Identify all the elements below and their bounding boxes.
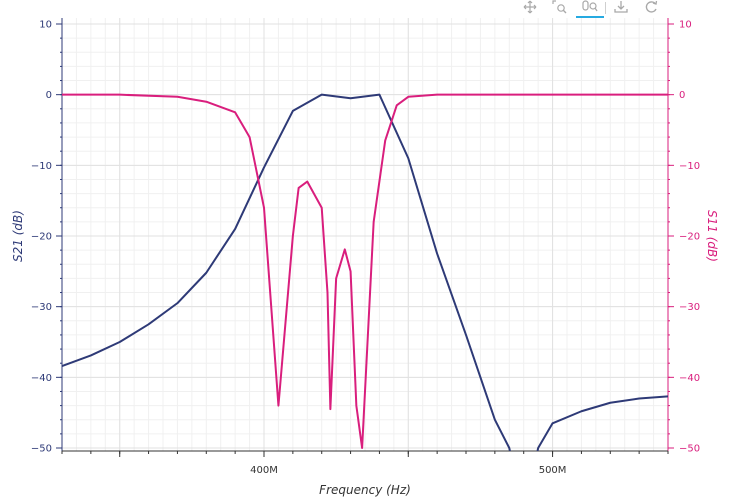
data-point-s11 [349, 270, 352, 272]
y-left-tick-label: −30 [31, 302, 52, 313]
data-point-s11 [436, 94, 438, 96]
y-right-tick-label: −20 [679, 232, 700, 243]
data-point-s21 [508, 447, 510, 449]
y-right-tick-label: −40 [679, 373, 700, 384]
data-point-s21 [119, 341, 121, 343]
data-point-s21 [638, 397, 640, 400]
data-point-s11 [321, 207, 323, 209]
data-point-s11 [119, 94, 121, 96]
data-point-s21 [479, 376, 482, 378]
data-point-s11 [355, 405, 357, 407]
data-point-s21 [378, 94, 381, 96]
y-right-tick-label: −30 [679, 302, 700, 313]
data-point-s11 [361, 447, 363, 449]
y-left-tick-label: 10 [39, 20, 52, 31]
data-point-s11 [176, 96, 179, 98]
y-left-tick-label: −50 [31, 444, 52, 455]
data-point-s11 [396, 104, 398, 106]
data-point-s11 [277, 405, 280, 407]
y-right-tick-label: 0 [679, 90, 685, 101]
data-point-s21 [580, 410, 583, 412]
data-point-s21 [292, 110, 294, 112]
x-tick-label: 400M [250, 465, 278, 476]
data-point-s21 [234, 228, 236, 230]
data-point-s11 [263, 207, 265, 209]
x-axis-label: Frequency (Hz) [319, 483, 411, 497]
data-point-s21 [176, 302, 179, 304]
data-point-s21 [407, 157, 409, 159]
data-point-s11 [551, 94, 554, 96]
y-left-tick-label: −40 [31, 373, 52, 384]
y-left-tick-label: −10 [31, 161, 52, 172]
data-point-s11 [344, 248, 346, 251]
data-point-s21 [205, 272, 207, 274]
data-point-s21 [321, 94, 323, 96]
data-point-s11 [329, 408, 331, 410]
data-point-s21 [263, 166, 265, 169]
data-point-s21 [465, 334, 467, 336]
x-tick-label: 500M [539, 465, 567, 476]
y-right-tick-label: −10 [679, 161, 700, 172]
data-point-s11 [205, 101, 207, 103]
y-right-tick-label: −50 [679, 444, 700, 455]
data-point-s11 [335, 277, 337, 279]
data-point-s21 [537, 447, 539, 449]
data-point-s11 [248, 136, 251, 138]
data-point-s11 [407, 96, 409, 98]
data-point-s21 [147, 323, 150, 325]
data-point-s21 [349, 97, 352, 99]
y-left-tick-label: 0 [46, 90, 52, 101]
data-point-s11 [298, 187, 300, 189]
y-axis-right-label: S11 (dB) [705, 210, 719, 262]
data-point-s11 [384, 140, 386, 142]
data-point-s11 [306, 180, 308, 183]
data-point-s11 [234, 111, 236, 113]
data-point-s21 [494, 419, 496, 421]
data-point-s11 [326, 291, 329, 294]
data-point-s11 [292, 235, 294, 237]
data-point-s21 [609, 402, 611, 404]
y-left-tick-label: −20 [31, 232, 52, 243]
y-axis-left-label: S21 (dB) [11, 210, 25, 262]
data-point-s21 [436, 253, 438, 255]
data-point-s21 [551, 422, 554, 424]
data-point-s11 [373, 221, 375, 223]
data-point-s11 [494, 94, 496, 96]
y-right-tick-label: 10 [679, 20, 692, 31]
chart-svg: 10 0 −10 −20 −30 −40 −50 10 0 −10 −20 −30 −40 −50 400M… [11, 18, 719, 497]
data-point-s21 [90, 354, 92, 357]
